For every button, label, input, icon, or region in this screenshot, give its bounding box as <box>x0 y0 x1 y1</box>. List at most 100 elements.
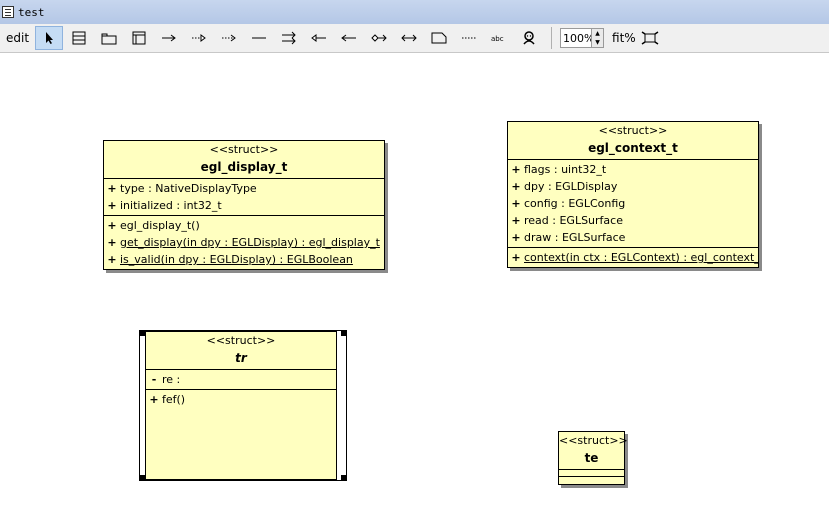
toolbar: edit abc 100% ▲ ▼ fit% <box>0 24 829 53</box>
attribute-row[interactable]: + flags : uint32_t <box>508 161 758 178</box>
attribute-text: draw : EGLSurface <box>524 231 626 244</box>
visibility-marker: + <box>511 197 521 210</box>
attribute-row[interactable]: + dpy : EGLDisplay <box>508 178 758 195</box>
operations-section: + fef() <box>146 390 336 409</box>
operation-text: get_display(in dpy : EGLDisplay) : egl_d… <box>120 236 380 249</box>
bidirectional-tool[interactable] <box>395 26 423 50</box>
class-name: te <box>584 451 599 465</box>
select-tool[interactable] <box>35 26 64 50</box>
class-te[interactable]: <<struct>> te <box>558 431 628 485</box>
class-tool[interactable] <box>65 26 93 50</box>
operation-row[interactable]: + context(in ctx : EGLContext) : egl_cont… <box>508 249 758 266</box>
visibility-marker: - <box>151 373 157 386</box>
operation-row[interactable]: + egl_display_t() <box>104 217 384 234</box>
dotted-line-icon <box>462 37 477 39</box>
operation-row[interactable]: + get_display(in dpy : EGLDisplay) : egl_… <box>104 234 384 251</box>
aggregation-tool[interactable] <box>275 26 303 50</box>
fit-label[interactable]: fit% <box>612 31 636 45</box>
left-arrow-icon <box>341 34 357 42</box>
diagram-canvas[interactable]: <<struct>> egl_display_t + type : NativeD… <box>0 54 829 529</box>
uml-doc-icon <box>2 6 14 18</box>
text-tool[interactable]: abc <box>485 26 513 50</box>
visibility-marker: + <box>107 199 117 212</box>
abc-text-icon: abc <box>491 35 504 43</box>
visibility-marker: + <box>511 163 521 176</box>
svg-text:abc: abc <box>491 35 504 43</box>
line-icon <box>252 37 267 39</box>
stereotype-label: <<struct>> <box>209 143 279 156</box>
attribute-text: read : EGLSurface <box>524 214 623 227</box>
operations-section <box>559 477 624 484</box>
spin-up-icon[interactable]: ▲ <box>595 30 600 37</box>
attribute-row[interactable]: - re : <box>146 371 336 388</box>
zoom-value[interactable]: 100% <box>561 32 594 45</box>
attribute-row[interactable]: + initialized : int32_t <box>104 197 384 214</box>
operation-row[interactable]: + fef() <box>146 391 336 408</box>
visibility-marker: + <box>511 251 521 264</box>
navigation-left-tool[interactable] <box>335 26 363 50</box>
stereotype-label: <<struct>> <box>206 334 276 347</box>
attribute-text: flags : uint32_t <box>524 163 607 176</box>
dotted-open-arrow-icon <box>222 34 236 42</box>
class-box-icon <box>72 31 86 45</box>
bidirectional-arrow-icon <box>401 34 417 42</box>
line-tool[interactable] <box>245 26 273 50</box>
generalization-left-tool[interactable] <box>305 26 333 50</box>
visibility-marker: + <box>107 219 117 232</box>
tag-shape-icon <box>431 32 447 44</box>
diamond-arrow-icon <box>371 34 387 42</box>
class-header: <<struct>> egl_display_t <box>104 141 384 179</box>
actor-tool[interactable] <box>515 26 543 50</box>
dotted-arrow-icon <box>192 34 206 42</box>
tag-tool[interactable] <box>425 26 453 50</box>
toolbar-separator <box>551 27 553 49</box>
note-tool[interactable] <box>125 26 153 50</box>
title-bar: test <box>0 0 829 24</box>
operation-text: is_valid(in dpy : EGLDisplay) : EGLBoole… <box>120 253 353 266</box>
attribute-text: initialized : int32_t <box>120 199 222 212</box>
operation-text: fef() <box>162 393 186 406</box>
operations-section: + context(in ctx : EGLContext) : egl_cont… <box>508 248 758 267</box>
class-name: tr <box>235 351 247 365</box>
attribute-text: re : <box>162 373 181 386</box>
attributes-section: + flags : uint32_t + dpy : EGLDisplay + con… <box>508 160 758 248</box>
class-egl-display-t[interactable]: <<struct>> egl_display_t + type : NativeD… <box>103 140 385 270</box>
class-name: egl_context_t <box>588 141 678 155</box>
class-header: <<struct>> egl_context_t <box>508 122 758 160</box>
operation-row[interactable]: + is_valid(in dpy : EGLDisplay) : EGLBool… <box>104 251 384 268</box>
attributes-section: - re : <box>146 370 336 390</box>
fit-to-window-icon <box>641 31 659 45</box>
resize-handle-bottom-right[interactable] <box>341 475 347 481</box>
attribute-row[interactable]: + config : EGLConfig <box>508 195 758 212</box>
dependency-tool[interactable] <box>185 26 213 50</box>
attribute-row[interactable]: + type : NativeDisplayType <box>104 180 384 197</box>
dotted-line-tool[interactable] <box>455 26 483 50</box>
diamond-link-tool[interactable] <box>365 26 393 50</box>
visibility-marker: + <box>511 231 521 244</box>
stereotype-label: <<struct>> <box>598 124 668 137</box>
package-tool[interactable] <box>95 26 123 50</box>
attribute-row[interactable]: + read : EGLSurface <box>508 212 758 229</box>
zoom-spinner[interactable]: 100% ▲ ▼ <box>560 28 605 48</box>
class-header: <<struct>> te <box>559 432 628 470</box>
class-tr[interactable]: <<struct>> tr - re : + fef() <box>145 331 337 480</box>
realization-tool[interactable] <box>215 26 243 50</box>
association-tool[interactable] <box>155 26 183 50</box>
visibility-marker: + <box>511 214 521 227</box>
attribute-text: type : NativeDisplayType <box>120 182 257 195</box>
class-header: <<struct>> tr <box>146 332 336 370</box>
attribute-row[interactable]: + draw : EGLSurface <box>508 229 758 246</box>
folder-icon <box>101 33 117 45</box>
spin-down-icon[interactable]: ▼ <box>595 39 600 46</box>
edit-menu[interactable]: edit <box>0 26 35 50</box>
fit-button[interactable] <box>636 26 664 50</box>
attribute-text: dpy : EGLDisplay <box>524 180 618 193</box>
attribute-text: config : EGLConfig <box>524 197 626 210</box>
operation-text: egl_display_t() <box>120 219 200 232</box>
visibility-marker: + <box>107 182 117 195</box>
arrow-pointer-icon <box>46 32 54 44</box>
class-egl-context-t[interactable]: <<struct>> egl_context_t + flags : uint32… <box>507 121 759 268</box>
note-icon <box>132 31 146 45</box>
zoom-spin-buttons[interactable]: ▲ ▼ <box>591 29 604 47</box>
resize-handle-top-right[interactable] <box>341 330 347 336</box>
